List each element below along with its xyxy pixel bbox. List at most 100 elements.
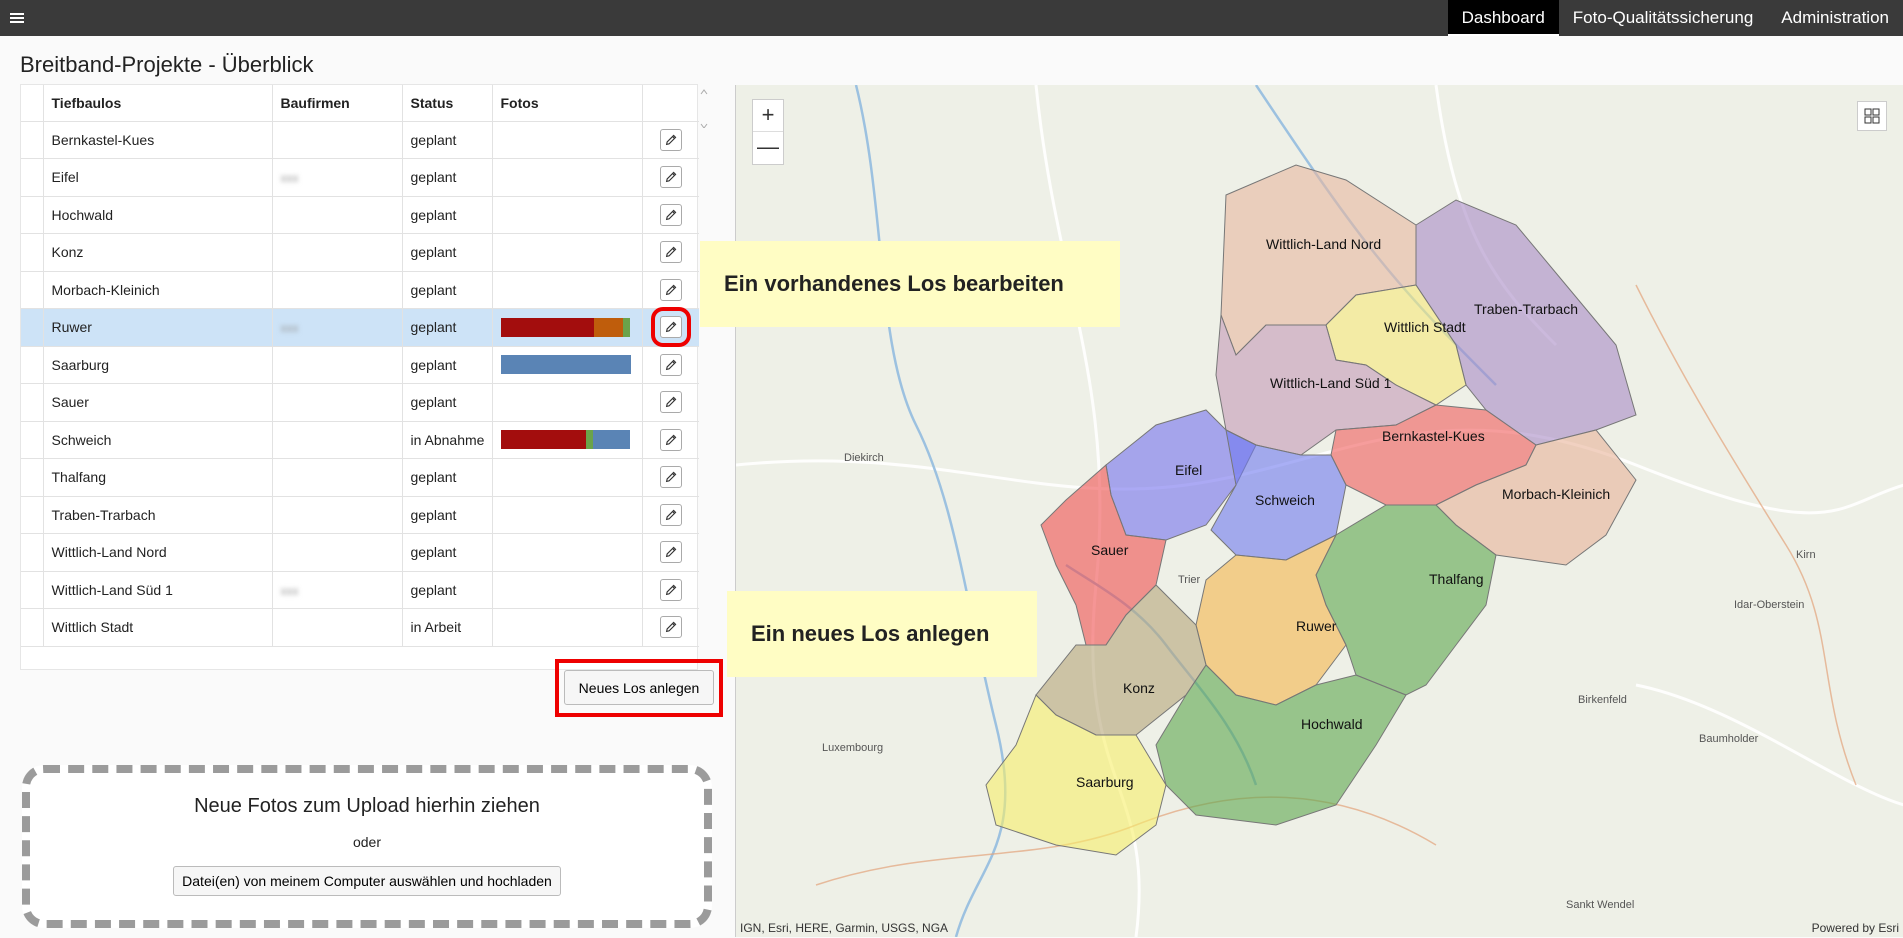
hamburger-icon[interactable] bbox=[10, 13, 24, 24]
cell-tiefbaulos: Traben-Trarbach bbox=[43, 496, 273, 534]
place-trier: Trier bbox=[1178, 574, 1201, 586]
pencil-icon[interactable] bbox=[659, 503, 682, 526]
cell-baufirmen bbox=[272, 196, 403, 234]
table-row[interactable]: Schweich in Abnahme bbox=[21, 421, 699, 459]
cell-status: geplant bbox=[402, 496, 493, 534]
pencil-icon[interactable] bbox=[659, 578, 682, 601]
label-traben-trarbach: Traben-Trarbach bbox=[1474, 301, 1578, 317]
photo-status-segment bbox=[500, 317, 595, 337]
pencil-icon[interactable] bbox=[659, 203, 682, 226]
place-baumholder: Baumholder bbox=[1699, 733, 1759, 745]
cell-tiefbaulos: Wittlich-Land Süd 1 bbox=[43, 571, 273, 609]
place-kirn: Kirn bbox=[1796, 549, 1816, 561]
cell-tiefbaulos: Morbach-Kleinich bbox=[43, 271, 273, 309]
nav-administration[interactable]: Administration bbox=[1767, 0, 1903, 36]
cell-actions bbox=[642, 307, 699, 348]
scroll-arrows[interactable] bbox=[700, 88, 708, 128]
label-konz: Konz bbox=[1123, 680, 1155, 696]
table-row[interactable]: Traben-Trarbach geplant bbox=[21, 496, 699, 534]
callout-new: Ein neues Los anlegen bbox=[727, 591, 1037, 677]
table-row[interactable]: Ruwer xxx geplant bbox=[21, 307, 699, 348]
cell-status: geplant bbox=[402, 308, 493, 347]
table-row[interactable]: Saarburg geplant bbox=[21, 346, 699, 384]
photo-status-bar bbox=[500, 317, 631, 337]
main-nav: Dashboard Foto-Qualitätssicherung Admini… bbox=[1447, 0, 1903, 36]
table-row[interactable]: Eifel xxx geplant bbox=[21, 158, 699, 197]
row-spacer bbox=[21, 233, 44, 272]
table-row[interactable]: Konz geplant bbox=[21, 233, 699, 272]
table-row[interactable]: Morbach-Kleinich geplant bbox=[21, 271, 699, 309]
new-los-button[interactable]: Neues Los anlegen bbox=[564, 670, 714, 705]
cell-baufirmen: xxx bbox=[272, 571, 403, 609]
cell-status: geplant bbox=[402, 158, 493, 197]
cell-tiefbaulos: Ruwer bbox=[43, 308, 273, 347]
label-wittlich-land-sued-1: Wittlich-Land Süd 1 bbox=[1270, 375, 1392, 391]
header-status[interactable]: Status bbox=[402, 85, 493, 122]
row-spacer bbox=[21, 458, 44, 497]
cell-actions bbox=[642, 533, 699, 572]
table-row[interactable]: Thalfang geplant bbox=[21, 458, 699, 497]
cell-tiefbaulos: Eifel bbox=[43, 158, 273, 197]
pencil-icon[interactable] bbox=[659, 128, 682, 151]
company-name-blurred: xxx bbox=[280, 321, 299, 336]
cell-baufirmen: xxx bbox=[272, 308, 403, 347]
pencil-icon[interactable] bbox=[650, 307, 691, 348]
table-row[interactable]: Wittlich-Land Süd 1 xxx geplant bbox=[21, 571, 699, 609]
pencil-icon[interactable] bbox=[659, 466, 682, 489]
callout-new-text: Ein neues Los anlegen bbox=[751, 621, 990, 646]
basemap-gallery-icon[interactable] bbox=[1857, 101, 1887, 131]
pencil-icon[interactable] bbox=[659, 353, 682, 376]
powered-by-esri[interactable]: Powered by Esri bbox=[1812, 921, 1899, 935]
header-fotos[interactable]: Fotos bbox=[492, 85, 643, 122]
pencil-icon[interactable] bbox=[659, 616, 682, 639]
cell-baufirmen: xxx bbox=[272, 158, 403, 197]
zoom-in-button[interactable]: + bbox=[753, 100, 783, 132]
header-tiefbaulos[interactable]: Tiefbaulos bbox=[43, 85, 273, 122]
photo-dropzone[interactable]: Neue Fotos zum Upload hierhin ziehen ode… bbox=[22, 765, 712, 928]
cell-tiefbaulos: Saarburg bbox=[43, 346, 273, 384]
pencil-icon[interactable] bbox=[659, 541, 682, 564]
cell-baufirmen bbox=[272, 346, 403, 384]
table-row[interactable]: Wittlich-Land Nord geplant bbox=[21, 533, 699, 572]
cell-fotos bbox=[492, 346, 643, 384]
label-schweich: Schweich bbox=[1255, 492, 1315, 508]
cell-fotos bbox=[492, 271, 643, 309]
upload-files-button[interactable]: Datei(en) von meinem Computer auswählen … bbox=[173, 866, 561, 896]
cell-status: geplant bbox=[402, 458, 493, 497]
cell-actions bbox=[642, 158, 699, 197]
cell-actions bbox=[642, 383, 699, 422]
table-row[interactable]: Sauer geplant bbox=[21, 383, 699, 422]
cell-fotos bbox=[492, 196, 643, 234]
header-baufirmen[interactable]: Baufirmen bbox=[272, 85, 403, 122]
map-canvas[interactable]: Wittlich-Land Nord Traben-Trarbach Wittl… bbox=[736, 85, 1903, 937]
pencil-icon[interactable] bbox=[659, 428, 682, 451]
label-thalfang: Thalfang bbox=[1429, 571, 1483, 587]
table-row[interactable]: Bernkastel-Kues geplant bbox=[21, 121, 699, 159]
map-view[interactable]: Wittlich-Land Nord Traben-Trarbach Wittl… bbox=[735, 85, 1903, 937]
nav-foto-qualitaetssicherung[interactable]: Foto-Qualitätssicherung bbox=[1559, 0, 1767, 36]
pencil-icon[interactable] bbox=[659, 391, 682, 414]
nav-dashboard[interactable]: Dashboard bbox=[1447, 0, 1559, 36]
cell-actions bbox=[642, 496, 699, 534]
row-spacer bbox=[21, 158, 44, 197]
zoom-out-button[interactable]: — bbox=[753, 132, 783, 164]
cell-baufirmen bbox=[272, 233, 403, 272]
label-eifel: Eifel bbox=[1175, 462, 1202, 478]
photo-status-segment bbox=[622, 317, 631, 337]
label-wittlich-land-nord: Wittlich-Land Nord bbox=[1266, 236, 1381, 252]
label-ruwer: Ruwer bbox=[1296, 618, 1337, 634]
row-spacer bbox=[21, 196, 44, 234]
pencil-icon[interactable] bbox=[659, 241, 682, 264]
pencil-icon[interactable] bbox=[659, 278, 682, 301]
cell-actions bbox=[642, 571, 699, 609]
callout-edit-text: Ein vorhandenes Los bearbeiten bbox=[724, 271, 1064, 296]
header-actions bbox=[642, 85, 699, 122]
table-row[interactable]: Hochwald geplant bbox=[21, 196, 699, 234]
label-hochwald: Hochwald bbox=[1301, 716, 1362, 732]
photo-status-segment bbox=[594, 317, 623, 337]
cell-tiefbaulos: Konz bbox=[43, 233, 273, 272]
row-spacer bbox=[21, 271, 44, 309]
table-row[interactable]: Wittlich Stadt in Arbeit bbox=[21, 608, 699, 647]
pencil-icon[interactable] bbox=[659, 166, 682, 189]
cell-baufirmen bbox=[272, 383, 403, 422]
